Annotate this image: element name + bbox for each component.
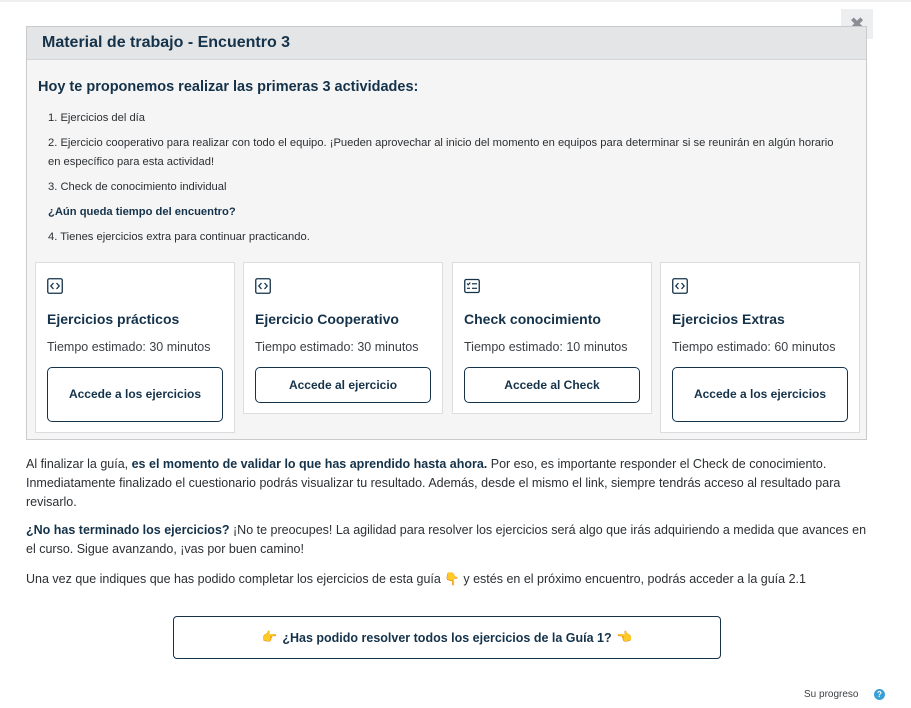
work-material-panel: Material de trabajo - Encuentro 3 Hoy te… xyxy=(26,26,867,440)
card-estimated-time: Tiempo estimado: 30 minutos xyxy=(255,340,419,354)
access-extras-button[interactable]: Accede a los ejercicios xyxy=(672,367,848,422)
panel-header: Material de trabajo - Encuentro 3 xyxy=(27,27,866,60)
card-title: Check conocimiento xyxy=(464,311,601,327)
access-check-button[interactable]: Accede al Check xyxy=(464,367,640,403)
text-span: Una vez que indiques que has podido comp… xyxy=(26,572,445,586)
panel-title: Material de trabajo - Encuentro 3 xyxy=(42,34,291,51)
validation-paragraph: Al finalizar la guía, es el momento de v… xyxy=(26,455,876,512)
pointing-left-icon: 👈 xyxy=(616,630,633,644)
steps-list: 1. Ejercicios del día 2. Ejercicio coope… xyxy=(48,109,848,253)
text-span: y estés en el próximo encuentro, podrás … xyxy=(459,572,806,586)
pointing-down-icon: 👇 xyxy=(444,572,460,586)
card-title: Ejercicios Extras xyxy=(672,311,785,327)
step-item: 1. Ejercicios del día xyxy=(48,112,146,124)
extra-time-question: ¿Aún queda tiempo del encuentro? xyxy=(48,206,236,218)
step-item: 2. Ejercicio cooperativo para realizar c… xyxy=(48,137,834,168)
card-title: Ejercicio Cooperativo xyxy=(255,311,399,327)
access-cooperative-button[interactable]: Accede al ejercicio xyxy=(255,367,431,403)
step-item: 4. Tienes ejercicios extra para continua… xyxy=(48,231,310,243)
text-emphasis: ¿No has terminado los ejercicios? xyxy=(26,523,230,537)
progress-link[interactable]: Su progreso xyxy=(804,689,858,700)
code-icon xyxy=(255,278,271,294)
help-icon[interactable]: ? xyxy=(874,689,885,700)
encouragement-paragraph: ¿No has terminado los ejercicios? ¡No te… xyxy=(26,521,876,559)
code-icon xyxy=(672,278,688,294)
access-practice-button[interactable]: Accede a los ejercicios xyxy=(47,367,223,422)
next-guide-paragraph: Una vez que indiques que has podido comp… xyxy=(26,570,876,589)
checklist-icon xyxy=(464,278,480,294)
completed-exercises-button[interactable]: 👉 ¿Has podido resolver todos los ejercic… xyxy=(173,616,721,659)
card-estimated-time: Tiempo estimado: 60 minutos xyxy=(672,340,836,354)
card-estimated-time: Tiempo estimado: 10 minutos xyxy=(464,340,628,354)
activity-card-extras: Ejercicios Extras Tiempo estimado: 60 mi… xyxy=(660,262,860,433)
activity-card-practice: Ejercicios prácticos Tiempo estimado: 30… xyxy=(35,262,235,433)
intro-heading: Hoy te proponemos realizar las primeras … xyxy=(38,79,419,95)
card-estimated-time: Tiempo estimado: 30 minutos xyxy=(47,340,211,354)
activity-card-check: Check conocimiento Tiempo estimado: 10 m… xyxy=(452,262,652,414)
code-icon xyxy=(47,278,63,294)
card-title: Ejercicios prácticos xyxy=(47,311,180,327)
step-item: 3. Check de conocimiento individual xyxy=(48,181,227,193)
top-divider xyxy=(0,0,911,2)
text-span: Al finalizar la guía, xyxy=(26,457,132,471)
activity-card-cooperative: Ejercicio Cooperativo Tiempo estimado: 3… xyxy=(243,262,443,414)
completed-exercises-label: ¿Has podido resolver todos los ejercicio… xyxy=(282,630,612,645)
text-emphasis: es el momento de validar lo que has apre… xyxy=(131,457,488,471)
pointing-right-icon: 👉 xyxy=(261,630,278,644)
